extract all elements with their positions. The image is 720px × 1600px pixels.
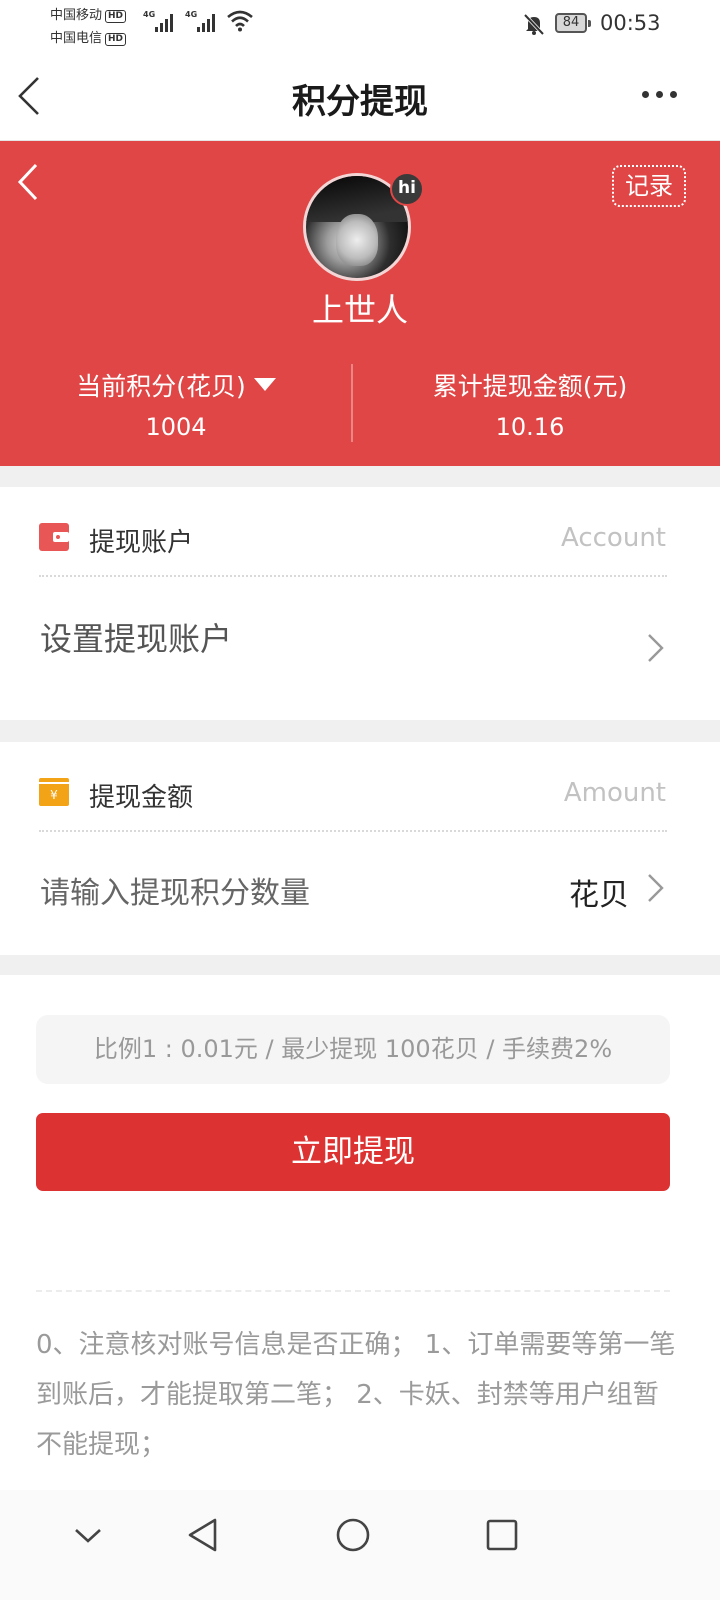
withdrawn-stat: 累计提现金额(元) 10.16 (354, 367, 706, 441)
points-stat[interactable]: 当前积分(花贝) 1004 (0, 367, 352, 441)
withdraw-amount-card: ¥ 提现金额 Amount 请输入提现积分数量 花贝 (0, 742, 720, 955)
system-nav-bar (0, 1490, 720, 1600)
carrier-1-name: 中国移动 (50, 8, 103, 23)
divider (39, 830, 667, 832)
bell-muted-icon (523, 13, 545, 36)
account-card-title: 提现账户 (89, 528, 194, 558)
amount-input[interactable]: 请输入提现积分数量 (40, 868, 310, 912)
withdraw-account-card: 提现账户 Account 设置提现账户 (0, 487, 720, 720)
carrier-1: 中国移动 HD (50, 4, 127, 23)
points-label: 当前积分(花贝) (76, 372, 246, 401)
points-value: 1004 (145, 413, 207, 441)
wallet-icon (39, 523, 69, 551)
notes-text: 0、注意核对账号信息是否正确； 1、订单需要等第一笔到账后，才能提取第二笔； 2… (36, 1330, 676, 1460)
withdrawn-value: 10.16 (495, 413, 565, 441)
set-account-row[interactable]: 设置提现账户 (40, 614, 232, 660)
collapse-icon[interactable] (63, 1510, 113, 1560)
amount-card-subtitle: Amount (563, 778, 666, 808)
status-time: 00:53 (600, 11, 661, 35)
withdrawn-label: 累计提现金额(元) (432, 372, 628, 401)
chevron-right-icon[interactable] (645, 632, 665, 664)
record-button[interactable]: 记录 (612, 165, 686, 207)
divider (36, 1290, 670, 1292)
status-bar: 中国移动 HD 中国电信 HD 4G 4G 84 00:53 (0, 0, 720, 50)
yen-card-icon: ¥ (39, 778, 69, 806)
avatar-hi-badge: hi (390, 172, 424, 206)
network-2-label: 4G (185, 10, 198, 19)
rate-info: 比例1 : 0.01元 / 最少提现 100花贝 / 手续费2% (36, 1015, 670, 1084)
back-icon[interactable] (178, 1510, 228, 1560)
battery-indicator: 84 (555, 13, 591, 33)
account-card-subtitle: Account (561, 523, 666, 553)
username: 上世人 (311, 291, 408, 329)
chevron-right-icon[interactable] (645, 872, 665, 904)
caret-down-icon[interactable] (253, 378, 276, 391)
profile-header: 记录 上世人 当前积分(花贝) 1004 累计提现金额(元) 10.16 (0, 141, 720, 466)
more-dots-icon[interactable] (640, 90, 680, 102)
divider (39, 575, 667, 577)
nav-bar: 积分提现 (0, 50, 720, 141)
hd-badge: HD (105, 33, 127, 46)
amount-card-title: 提现金额 (89, 783, 194, 813)
network-1-label: 4G (143, 10, 156, 19)
withdraw-now-button[interactable]: 立即提现 (36, 1113, 670, 1191)
chevron-left-icon[interactable] (14, 161, 44, 203)
page-title: 积分提现 (292, 82, 428, 122)
home-icon[interactable] (328, 1510, 378, 1560)
stat-divider (351, 364, 353, 442)
recents-icon[interactable] (477, 1510, 527, 1560)
carrier-2-name: 中国电信 (50, 31, 103, 46)
unit-selector[interactable]: 花贝 (569, 870, 629, 914)
wifi-icon (227, 10, 253, 32)
points-label-row: 当前积分(花贝) (0, 367, 352, 403)
hd-badge: HD (105, 10, 127, 23)
svg-text:¥: ¥ (50, 788, 58, 802)
carrier-2: 中国电信 HD (50, 27, 127, 46)
